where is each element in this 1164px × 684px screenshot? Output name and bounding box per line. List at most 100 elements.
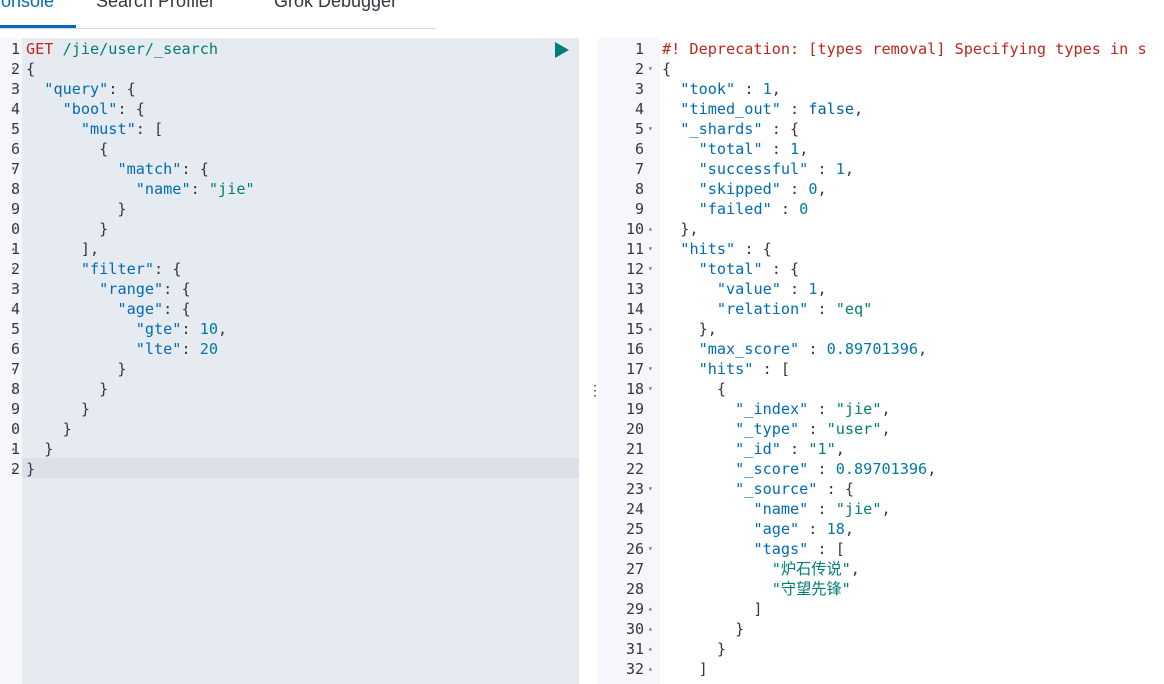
response-code-line: "_source" : { (662, 479, 854, 499)
tab-console[interactable]: Console (0, 0, 54, 27)
code-token: 1 (762, 80, 772, 98)
code-token: } (26, 400, 91, 418)
response-code-line: "_id" : "1", (662, 439, 845, 459)
fold-close-icon[interactable]: ▴ (11, 459, 16, 479)
request-line-number: 6 (10, 140, 20, 158)
fold-close-icon[interactable]: ▴ (11, 199, 16, 219)
code-token: "_shards" (680, 120, 763, 138)
fold-close-icon[interactable]: ▴ (11, 419, 16, 439)
fold-close-icon[interactable]: ▴ (11, 359, 16, 379)
request-line-number: 3 (10, 280, 20, 298)
request-editor[interactable]: 1 2 ▾ 3 ▾ 4 ▾ 5 ▾ 6 ▾ 7 ▾ 8 9 ▴ 0 ▴ 1 ▴ 2 ▾ 3 ▾ 4 ▾ 5 6 7 ▴ 8 ▴ 9 ▴ 0 ▴ 1 ▴ 2 ▴… (0, 38, 579, 684)
fold-close-icon[interactable]: ▴ (648, 639, 653, 659)
fold-open-icon[interactable]: ▾ (11, 159, 16, 179)
code-token: "炉石传说" (771, 560, 851, 578)
code-token: : { (117, 100, 145, 118)
code-token: "1" (808, 440, 836, 458)
code-token: , (835, 440, 845, 458)
response-line-number: 31 (625, 640, 644, 658)
fold-open-icon[interactable]: ▾ (648, 359, 653, 379)
response-line-number: 11 (625, 240, 644, 258)
response-line-number: 7 (634, 160, 644, 178)
tab-grok-debugger[interactable]: Grok Debugger (274, 0, 397, 27)
fold-open-icon[interactable]: ▾ (648, 59, 653, 79)
response-line-number: 1 (634, 40, 644, 58)
fold-close-icon[interactable]: ▴ (11, 219, 16, 239)
response-editor[interactable]: 1 2 ▾ 3 4 5 ▾ 6 7 8 9 10 ▴ 11 ▾ 12 ▾ 13 14 15 ▴ 16 17 ▾ 18 ▾ 19 20 2… (598, 38, 1164, 684)
response-line-number: 10 (625, 220, 644, 238)
response-line-number: 22 (625, 460, 644, 478)
response-code-line: "total" : 1, (662, 139, 809, 159)
response-line-number: 18 (625, 380, 644, 398)
request-code-line: } (26, 359, 126, 379)
response-code-line: } (662, 619, 744, 639)
code-token: 0.89701396 (826, 340, 919, 358)
fold-open-icon[interactable]: ▾ (11, 79, 16, 99)
code-token: "max_score" (698, 340, 800, 358)
tab-search-profiler[interactable]: Search Profiler (96, 0, 215, 27)
code-token: "jie" (835, 400, 882, 418)
editor-divider[interactable] (579, 38, 598, 684)
code-token: } (26, 200, 127, 218)
response-line-number: 17 (625, 360, 644, 378)
fold-open-icon[interactable]: ▾ (648, 539, 653, 559)
code-token: : (181, 320, 200, 338)
code-token: : (780, 440, 809, 458)
fold-open-icon[interactable]: ▾ (11, 299, 16, 319)
code-token: : (808, 500, 836, 518)
code-token: }, (662, 220, 699, 238)
active-line-highlight (22, 458, 579, 478)
response-code-line: #! Deprecation: [types removal] Specifyi… (662, 39, 1147, 59)
response-line-number: 16 (625, 340, 644, 358)
response-code-line: "hits" : [ (662, 359, 790, 379)
fold-close-icon[interactable]: ▴ (648, 619, 653, 639)
code-token: : (799, 420, 827, 438)
fold-open-icon[interactable]: ▾ (11, 119, 16, 139)
code-token: "relation" (716, 300, 809, 318)
request-code-line: { (26, 59, 35, 79)
fold-open-icon[interactable]: ▾ (11, 139, 16, 159)
fold-open-icon[interactable]: ▾ (11, 279, 16, 299)
fold-close-icon[interactable]: ▴ (648, 319, 653, 339)
response-code-line: "_score" : 0.89701396, (662, 459, 936, 479)
code-token: : { (163, 280, 191, 298)
request-line-number: 8 (10, 380, 20, 398)
fold-close-icon[interactable]: ▴ (11, 439, 16, 459)
response-line-number: 2 (634, 60, 644, 78)
request-code[interactable]: GET /jie/user/_search{ "query": { "bool"… (22, 38, 579, 684)
fold-close-icon[interactable]: ▴ (11, 399, 16, 419)
fold-close-icon[interactable]: ▴ (648, 599, 653, 619)
fold-open-icon[interactable]: ▾ (648, 259, 653, 279)
fold-open-icon[interactable]: ▾ (11, 99, 16, 119)
request-code-line: "filter": { (26, 259, 182, 279)
fold-open-icon[interactable]: ▾ (648, 479, 653, 499)
fold-close-icon[interactable]: ▴ (11, 239, 16, 259)
fold-open-icon[interactable]: ▾ (648, 379, 653, 399)
fold-open-icon[interactable]: ▾ (648, 239, 653, 259)
request-code-line: ], (26, 239, 99, 259)
play-icon[interactable] (555, 42, 569, 58)
request-line-number: 3 (10, 80, 20, 98)
code-token: : (190, 180, 209, 198)
fold-open-icon[interactable]: ▾ (648, 119, 653, 139)
code-token: "hits" (680, 240, 736, 258)
response-code[interactable]: #! Deprecation: [types removal] Specifyi… (660, 38, 1164, 684)
fold-open-icon[interactable]: ▾ (11, 59, 16, 79)
code-token: GET (26, 40, 54, 58)
fold-close-icon[interactable]: ▴ (648, 219, 653, 239)
response-code-line: "hits" : { (662, 239, 771, 259)
code-token: "_id" (735, 440, 781, 458)
code-token: "age" (117, 300, 164, 318)
fold-open-icon[interactable]: ▾ (11, 259, 16, 279)
fold-close-icon[interactable]: ▴ (11, 379, 16, 399)
fold-close-icon[interactable]: ▴ (648, 659, 653, 679)
